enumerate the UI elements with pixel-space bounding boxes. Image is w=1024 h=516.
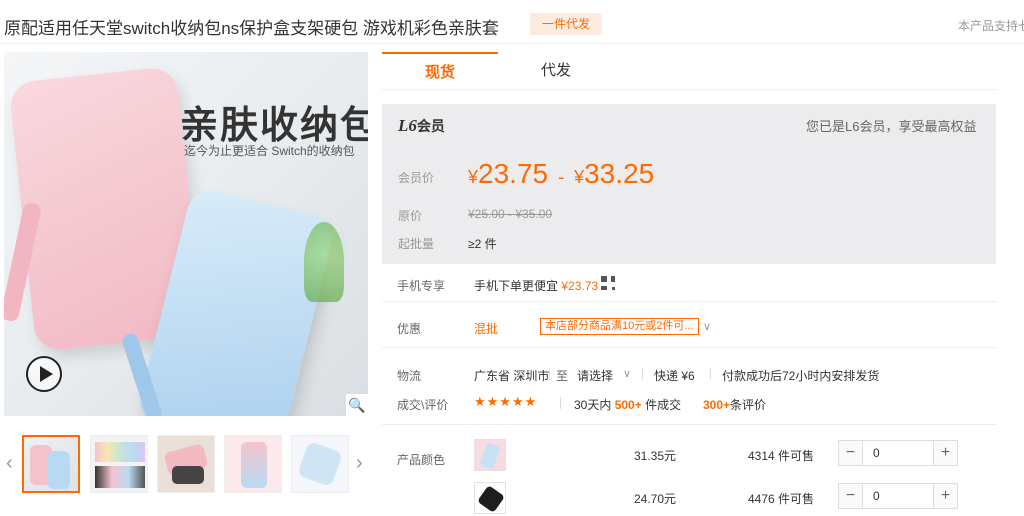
image-headline: 亲肤收纳包 — [180, 105, 368, 147]
thumbnail-strip: ‹ › — [0, 432, 372, 496]
sku-row: 24.70元 4476 件可售 − 0 + — [382, 478, 996, 516]
divider — [382, 424, 996, 425]
rating-stars: ★★★★★ — [474, 394, 538, 409]
deal-count: 30天内 500+ 件成交 — [574, 396, 681, 413]
quantity-input[interactable]: 0 — [873, 489, 880, 503]
divider — [382, 301, 996, 302]
member-level-suffix: 会员 — [416, 118, 445, 134]
original-price-range: ¥25.00 - ¥35.00 — [468, 207, 553, 221]
thumbnail-4[interactable] — [224, 435, 282, 493]
plant-illustration — [304, 222, 344, 302]
divider — [382, 347, 996, 348]
moq-value: ≥2 件 — [468, 237, 497, 251]
qr-code-icon[interactable] — [600, 275, 616, 291]
delivery-note: 付款成功后72小时内安排发货 — [722, 369, 880, 383]
thumbnail-3[interactable] — [157, 435, 215, 493]
deal-count-value: 500+ — [614, 398, 642, 412]
chevron-down-icon[interactable]: ∨ — [703, 320, 711, 333]
price-low: 23.75 — [478, 158, 549, 189]
product-page: 原配适用任天堂switch收纳包ns保护盒支架硬包 游戏机彩色亲肤套 一件代发 … — [0, 0, 1024, 516]
price-dash: - — [558, 167, 565, 187]
moq-label: 起批量 — [398, 237, 435, 251]
magnifier-icon[interactable]: 🔍 — [346, 394, 368, 416]
origin-location: 广东省 深圳市 — [474, 369, 550, 383]
dropship-badge[interactable]: 一件代发 — [530, 13, 603, 35]
member-benefit-text: 您已是L6会员，享受最高权益 — [806, 119, 977, 134]
product-title: 原配适用任天堂switch收纳包ns保护盒支架硬包 游戏机彩色亲肤套 — [4, 19, 499, 38]
play-icon[interactable] — [26, 356, 62, 392]
quantity-stepper: − 0 + — [838, 483, 958, 509]
sku-stock: 4314 件可售 — [748, 449, 815, 463]
plus-button[interactable]: + — [933, 484, 957, 508]
mobile-offer-text: 手机下单更便宜 — [474, 279, 559, 293]
sku-thumbnail-black[interactable] — [474, 482, 506, 514]
deal-days-text: 30天内 — [574, 398, 612, 412]
thumbnail-2[interactable] — [90, 435, 148, 493]
original-price-label: 原价 — [398, 209, 423, 223]
logistics-label: 物流 — [397, 369, 422, 383]
member-price-label: 会员价 — [398, 171, 435, 185]
review-count[interactable]: 300+条评价 — [703, 396, 766, 413]
member-level-label: L6会员 — [398, 116, 445, 136]
price-panel: L6会员 您已是L6会员，享受最高权益 会员价 ¥23.75- ¥33.25 原价… — [382, 104, 996, 264]
to-label: 至 — [556, 369, 569, 383]
divider — [642, 368, 643, 380]
review-count-value: 300+ — [703, 398, 731, 412]
mixed-batch-text: 混批 — [474, 322, 499, 336]
member-price-range: ¥23.75- ¥33.25 — [468, 158, 654, 190]
sku-stock: 4476 件可售 — [748, 492, 815, 506]
mobile-offer[interactable]: 手机下单更便宜 ¥23.73 — [474, 277, 598, 294]
currency-symbol-2: ¥ — [574, 167, 585, 187]
divider — [710, 368, 711, 380]
divider — [560, 397, 561, 409]
main-product-image[interactable]: 亲肤收纳包 迄今为止更适合 Switch的收纳包 🔍 — [4, 52, 368, 416]
minus-button[interactable]: − — [839, 484, 863, 508]
review-count-suffix: 条评价 — [730, 398, 767, 412]
chevron-down-icon[interactable]: ∨ — [623, 367, 631, 380]
deals-label: 成交\评价 — [397, 398, 449, 412]
sku-thumbnail-pink[interactable] — [474, 439, 506, 471]
tab-in-stock[interactable]: 现货 — [382, 52, 498, 90]
tab-dropship[interactable]: 代发 — [498, 52, 614, 90]
promo-label: 优惠 — [397, 322, 422, 336]
sku-price: 31.35元 — [634, 449, 677, 463]
divider — [549, 368, 550, 380]
plus-button[interactable]: + — [933, 441, 957, 465]
member-level: L6 — [398, 116, 417, 135]
header-divider — [0, 43, 1024, 44]
mobile-label: 手机专享 — [397, 279, 446, 293]
header-right-text: 本产品支持七 — [958, 19, 1024, 33]
quantity-stepper: − 0 + — [838, 440, 958, 466]
thumbnail-5[interactable] — [291, 435, 349, 493]
shipping-fee: 快递 ¥6 — [654, 369, 695, 383]
deal-count-suffix: 件成交 — [645, 398, 682, 412]
sku-row: 31.35元 4314 件可售 − 0 + — [382, 435, 996, 475]
thumbnail-1[interactable] — [22, 435, 80, 493]
tab-bar: 现货 代发 — [382, 52, 996, 90]
sku-price: 24.70元 — [634, 492, 677, 506]
thumb-prev-arrow-icon[interactable]: ‹ — [6, 452, 13, 475]
quantity-input[interactable]: 0 — [873, 446, 880, 460]
currency-symbol: ¥ — [468, 167, 479, 187]
minus-button[interactable]: − — [839, 441, 863, 465]
thumb-next-arrow-icon[interactable]: › — [356, 452, 363, 475]
promo-tag[interactable]: 本店部分商品满10元或2件可... — [540, 318, 699, 335]
destination-select[interactable]: 请选择 — [577, 367, 613, 384]
image-subtitle: 迄今为止更适合 Switch的收纳包 — [184, 144, 355, 158]
price-high: 33.25 — [584, 158, 655, 189]
mobile-price: ¥23.73 — [561, 279, 599, 293]
